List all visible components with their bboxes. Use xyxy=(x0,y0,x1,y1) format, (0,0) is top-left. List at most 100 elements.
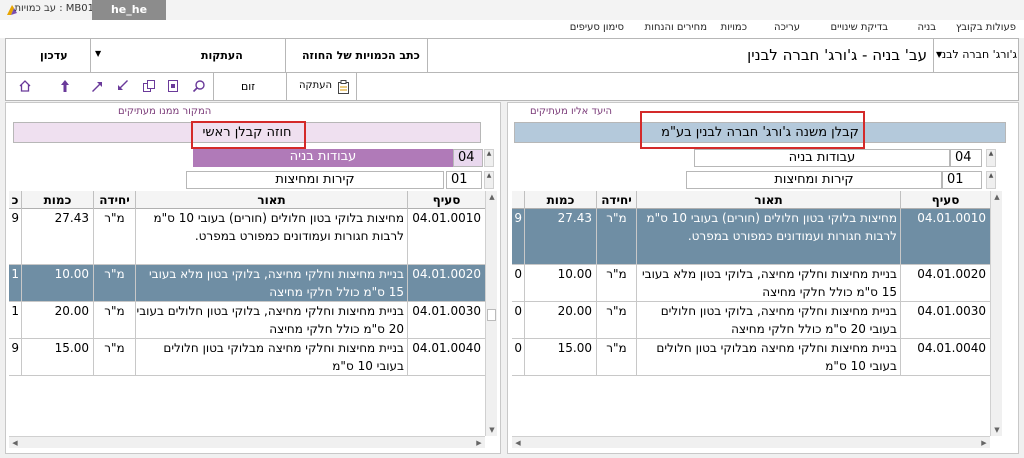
copy-button-label: העתקה xyxy=(299,80,332,91)
copies-dropdown[interactable]: ▼ העתקות xyxy=(91,39,286,72)
qty-cell: 27.43 xyxy=(524,209,596,264)
chapter-name[interactable]: עבודות בניה xyxy=(193,149,453,167)
document-icon[interactable] xyxy=(162,75,184,97)
unit-cell: מ"ר xyxy=(596,302,636,338)
chevron-up-icon[interactable]: ▲ xyxy=(486,191,498,203)
update-label: עדכון xyxy=(40,49,68,62)
chevron-left-icon[interactable]: ◀ xyxy=(512,437,524,449)
menu-check-changes[interactable]: בדיקת שינויים xyxy=(831,22,888,33)
chapter-scrollbar[interactable]: ▲ xyxy=(986,149,996,167)
partial-cell: 0 xyxy=(514,341,522,355)
qty-cell: 20.00 xyxy=(21,302,93,338)
desc-cell: בניית מחיצות וחלקי מחיצה, בלוקי בטון מלא… xyxy=(135,265,407,301)
arrow-up-right-icon[interactable] xyxy=(86,75,108,97)
menu-quantities[interactable]: כמויות xyxy=(721,22,747,33)
scroll-thumb[interactable] xyxy=(487,309,496,321)
chevron-right-icon[interactable]: ▶ xyxy=(473,437,485,449)
doc-label: כתב הכמויות של החוזה xyxy=(302,49,420,62)
arrow-down-left-icon[interactable] xyxy=(112,75,134,97)
table-row[interactable]: 0 20.00 מ"ר בניית מחיצות וחלקי מחיצה, בל… xyxy=(512,302,990,339)
sub-chapter-name[interactable]: קירות ומחיצות xyxy=(686,171,942,189)
chevron-right-icon[interactable]: ▶ xyxy=(978,437,990,449)
col-desc-header: תאור xyxy=(636,191,900,209)
table-row[interactable]: 9 27.43 מ"ר מחיצות בלוקי בטון חלולים (חו… xyxy=(9,209,485,265)
code-cell: 04.01.0030 xyxy=(407,302,485,338)
table-row-selected[interactable]: 1 10.00 מ"ר בניית מחיצות וחלקי מחיצה, בל… xyxy=(9,265,485,302)
menu-file-actions[interactable]: פעולות בקובץ xyxy=(956,22,1016,33)
col-code-header: סעיף xyxy=(407,191,485,209)
qty-cell: 15.00 xyxy=(524,339,596,375)
chevron-left-icon[interactable]: ◀ xyxy=(9,437,21,449)
desc-cell: מחיצות בלוקי בטון חלולים (חורים) בעובי 1… xyxy=(636,209,900,264)
project-select-value: ג'ורג' חברה לבני xyxy=(939,48,1017,61)
source-horizontal-scrollbar[interactable]: ◀ ▶ xyxy=(9,436,485,448)
paste-icon xyxy=(338,80,349,94)
unit-cell: מ"ר xyxy=(93,265,135,301)
update-cell[interactable]: עדכון xyxy=(6,39,91,72)
copy-button[interactable]: העתקה xyxy=(287,73,357,100)
unit-cell: מ"ר xyxy=(93,339,135,375)
zoom-cell[interactable]: זום xyxy=(213,73,287,100)
chapter-number[interactable]: 04 xyxy=(453,149,483,167)
target-horizontal-scrollbar[interactable]: ◀ ▶ xyxy=(512,436,990,448)
qty-cell: 10.00 xyxy=(524,265,596,301)
qty-cell: 10.00 xyxy=(21,265,93,301)
copy-icon[interactable] xyxy=(138,75,160,97)
sub-chapter-scrollbar[interactable]: ▲ xyxy=(986,171,996,189)
chevron-up-icon[interactable]: ▲ xyxy=(987,150,995,158)
unit-cell: מ"ר xyxy=(93,209,135,264)
col-code-header: סעיף xyxy=(900,191,990,209)
chevron-up-icon[interactable]: ▲ xyxy=(485,172,493,180)
partial-cell: 1 xyxy=(11,267,19,281)
chevron-up-icon[interactable]: ▲ xyxy=(991,191,1003,203)
chapter-name[interactable]: עבודות בניה xyxy=(694,149,950,167)
source-table: כ כמות יחידה תאור סעיף 9 27.43 מ"ר מחיצו… xyxy=(9,191,485,436)
qty-cell: 15.00 xyxy=(21,339,93,375)
chevron-down-icon[interactable]: ▼ xyxy=(486,424,498,436)
title-bar: MB01 : עב כמויות he_he xyxy=(0,0,1024,20)
table-row[interactable]: 1 20.00 מ"ר בניית מחיצות וחלקי מחיצה, בל… xyxy=(9,302,485,339)
desc-cell: בניית מחיצות וחלקי מחיצה, בלוקי בטון חלו… xyxy=(135,302,407,338)
sub-chapter-number[interactable]: 01 xyxy=(942,171,982,189)
menu-prices-discounts[interactable]: מחירים והנחות xyxy=(645,22,707,33)
chevron-down-icon[interactable]: ▼ xyxy=(991,424,1003,436)
search-icon[interactable] xyxy=(188,75,210,97)
source-vertical-scrollbar[interactable]: ▲ ▼ xyxy=(485,191,497,436)
sub-chapter-number[interactable]: 01 xyxy=(446,171,482,189)
unit-cell: מ"ר xyxy=(93,302,135,338)
table-row-selected[interactable]: 9 27.43 מ"ר מחיצות בלוקי בטון חלולים (חו… xyxy=(512,209,990,265)
home-icon[interactable] xyxy=(14,75,36,97)
qty-cell: 27.43 xyxy=(21,209,93,264)
menu-build[interactable]: בניה xyxy=(917,22,936,33)
sub-chapter-scrollbar[interactable]: ▲ xyxy=(484,171,494,189)
code-cell: 04.01.0040 xyxy=(900,339,990,375)
highlight-box xyxy=(191,121,306,149)
partial-cell: 0 xyxy=(514,267,522,281)
sub-chapter-name[interactable]: קירות ומחיצות xyxy=(186,171,444,189)
chevron-up-icon[interactable]: ▲ xyxy=(987,172,995,180)
table-header: כ כמות יחידה תאור סעיף xyxy=(9,191,485,209)
project-select[interactable]: ▼ ג'ורג' חברה לבני xyxy=(934,39,1018,72)
menu-mark-items[interactable]: סימון סעיפים xyxy=(570,22,624,33)
desc-cell: בניית מחיצות וחלקי מחיצה, בלוקי בטון חלו… xyxy=(636,302,900,338)
desc-cell: מחיצות בלוקי בטון חלולים (חורים) בעובי 1… xyxy=(135,209,407,264)
desc-cell: בניית מחיצות וחלקי מחיצה, בלוקי בטון מלא… xyxy=(636,265,900,301)
qty-cell: 20.00 xyxy=(524,302,596,338)
chevron-up-icon[interactable]: ▲ xyxy=(485,150,493,158)
table-row[interactable]: 0 15.00 מ"ר בניית מחיצות וחלקי מחיצה מבל… xyxy=(512,339,990,376)
table-row[interactable]: 0 10.00 מ"ר בניית מחיצות וחלקי מחיצה, בל… xyxy=(512,265,990,302)
code-cell: 04.01.0010 xyxy=(900,209,990,264)
table-header: כמות יחידה תאור סעיף xyxy=(512,191,990,209)
arrow-up-icon[interactable] xyxy=(54,75,76,97)
menu-edit[interactable]: עריכה xyxy=(774,22,800,33)
code-cell: 04.01.0020 xyxy=(407,265,485,301)
col-desc-header: תאור xyxy=(135,191,407,209)
chapter-scrollbar[interactable]: ▲ xyxy=(484,149,494,167)
chapter-number[interactable]: 04 xyxy=(950,149,982,167)
source-panel-title: המקור ממנו מעתיקים xyxy=(118,106,212,117)
table-row[interactable]: 9 15.00 מ"ר בניית מחיצות וחלקי מחיצה מבל… xyxy=(9,339,485,376)
partial-cell: 0 xyxy=(514,304,522,318)
target-vertical-scrollbar[interactable]: ▲ ▼ xyxy=(990,191,1002,436)
user-badge[interactable]: he_he xyxy=(92,0,166,20)
window-title: MB01 : עב כמויות xyxy=(14,3,94,14)
